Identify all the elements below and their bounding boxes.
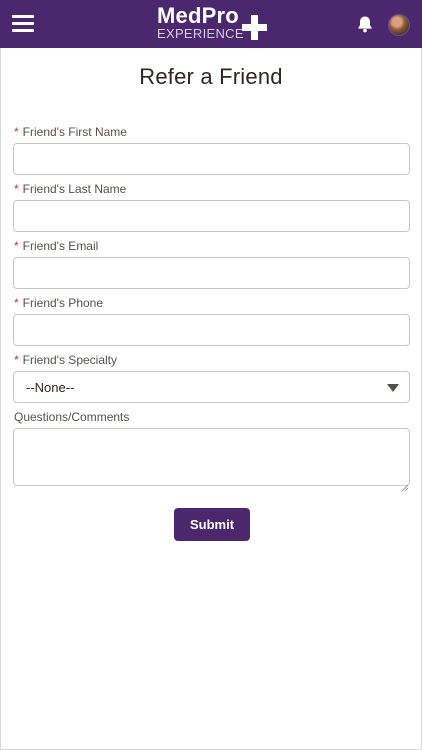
required-asterisk: * [14, 239, 19, 253]
phone-label: * Friend's Phone [14, 296, 104, 310]
plus-icon [242, 15, 267, 40]
specialty-select[interactable]: --None-- [13, 371, 410, 403]
required-asterisk: * [14, 125, 19, 139]
caret-down-icon [387, 384, 399, 392]
submit-button[interactable]: Submit [174, 508, 250, 541]
bell-icon[interactable] [355, 14, 375, 34]
email-input[interactable] [13, 257, 410, 289]
last-name-label: * Friend's Last Name [14, 182, 127, 196]
required-asterisk: * [14, 296, 19, 310]
required-asterisk: * [14, 353, 19, 367]
hamburger-menu-icon[interactable] [12, 15, 34, 33]
comments-textarea[interactable] [13, 428, 410, 486]
user-avatar[interactable] [388, 14, 410, 36]
top-navigation-bar: MedPro EXPERIENCE [0, 0, 422, 48]
specialty-label: * Friend's Specialty [14, 353, 118, 367]
first-name-input[interactable] [13, 143, 410, 175]
page-title: Refer a Friend [139, 64, 283, 89]
first-name-label: * Friend's First Name [14, 125, 127, 139]
required-asterisk: * [14, 182, 19, 196]
last-name-input[interactable] [13, 200, 410, 232]
logo-sub-text: EXPERIENCE [157, 26, 244, 41]
logo-main-text: MedPro [157, 3, 239, 28]
email-label: * Friend's Email [14, 239, 99, 253]
resize-handle-icon[interactable] [401, 478, 409, 492]
phone-input[interactable] [13, 314, 410, 346]
medpro-experience-logo[interactable]: MedPro EXPERIENCE [157, 4, 272, 44]
specialty-selected-value: --None-- [26, 380, 75, 395]
comments-label: Questions/Comments [14, 410, 130, 424]
